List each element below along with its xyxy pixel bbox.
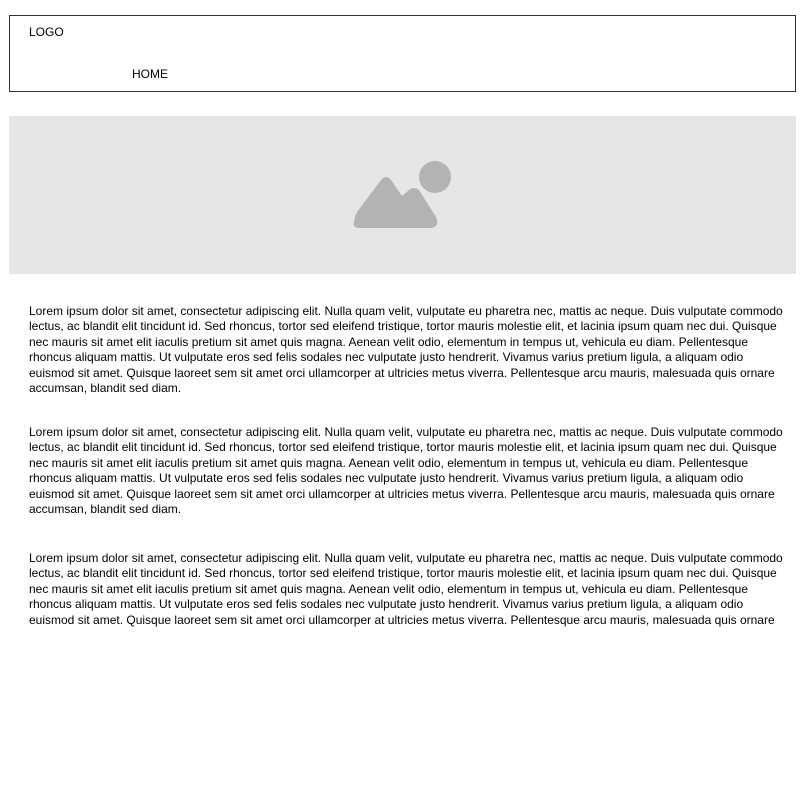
body-paragraph-1: Lorem ipsum dolor sit amet, consectetur … [29,304,783,396]
body-paragraph-2: Lorem ipsum dolor sit amet, consectetur … [29,425,783,517]
body-paragraph-3: Lorem ipsum dolor sit amet, consectetur … [29,551,783,627]
site-header: LOGO HOME [9,15,796,92]
image-placeholder-icon [353,161,451,228]
logo[interactable]: LOGO [29,25,64,39]
hero-image-placeholder [9,116,796,274]
nav-item-home[interactable]: HOME [132,67,168,81]
sun-shape [419,161,451,193]
